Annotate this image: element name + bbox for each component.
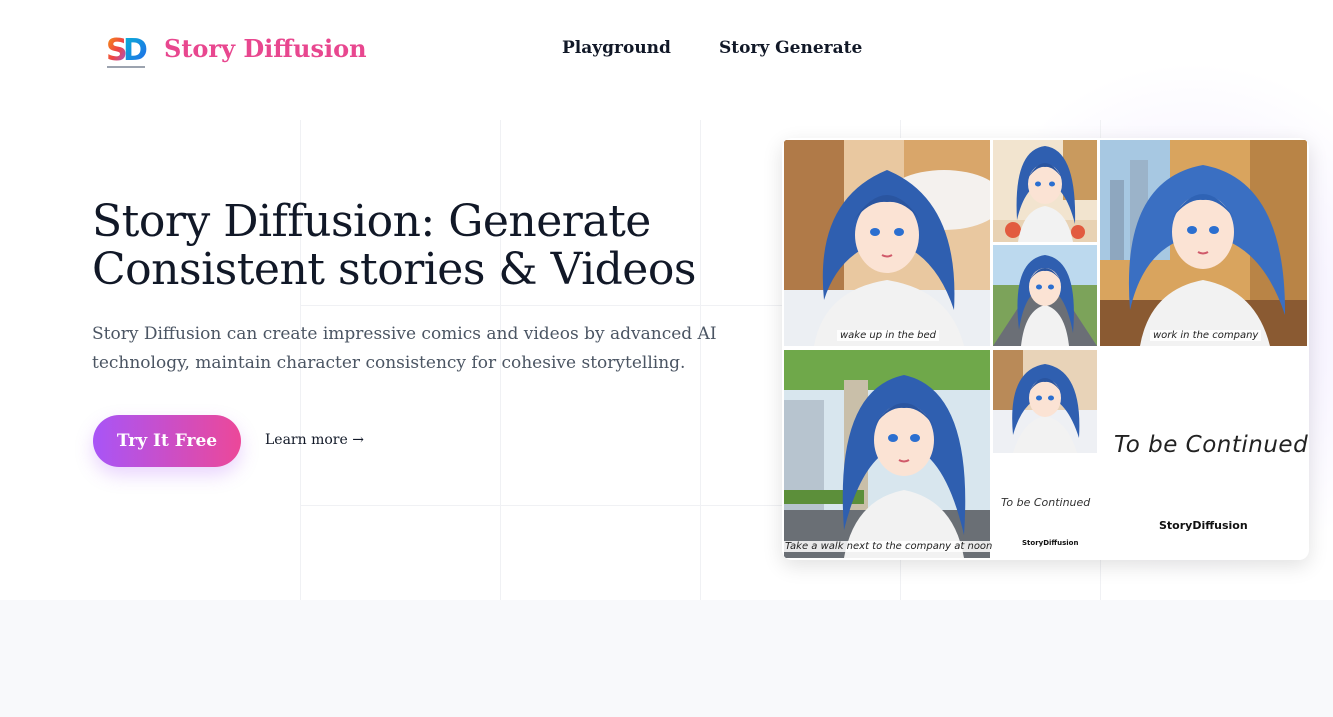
comic-panel-road: [993, 245, 1097, 346]
comic-panel-bed: [784, 140, 990, 346]
brand-name[interactable]: Story Diffusion: [164, 34, 367, 63]
comic-panel-breakfast: [993, 140, 1097, 242]
caption-company: work in the company: [1150, 330, 1262, 341]
to-be-continued-small: To be Continued: [1001, 496, 1091, 509]
hero-title: Story Diffusion: Generate Consistent sto…: [92, 196, 696, 295]
to-be-continued-large: To be Continued: [1114, 432, 1309, 458]
logo-icon: S D: [104, 28, 148, 72]
watermark-small: StoryDiffusion: [1022, 539, 1079, 547]
svg-text:D: D: [123, 33, 148, 68]
comic-panel-company: [1100, 140, 1307, 346]
comic-panel-walk: [784, 350, 990, 558]
bottom-band: [0, 600, 1333, 717]
nav-story-generate[interactable]: Story Generate: [719, 38, 862, 58]
comic-panel-bed-night: [993, 350, 1097, 453]
hero-subtitle: Story Diffusion can create impressive co…: [92, 324, 717, 373]
main-nav: Playground Story Generate: [562, 38, 862, 58]
nav-playground[interactable]: Playground: [562, 38, 671, 58]
caption-bed: wake up in the bed: [837, 330, 940, 341]
caption-walk: Take a walk next to the company at noon: [782, 541, 996, 552]
watermark-large: StoryDiffusion: [1159, 519, 1248, 532]
learn-more-link[interactable]: Learn more →: [265, 432, 364, 448]
logo[interactable]: S D: [104, 28, 148, 72]
try-it-free-button[interactable]: Try It Free: [93, 415, 241, 467]
